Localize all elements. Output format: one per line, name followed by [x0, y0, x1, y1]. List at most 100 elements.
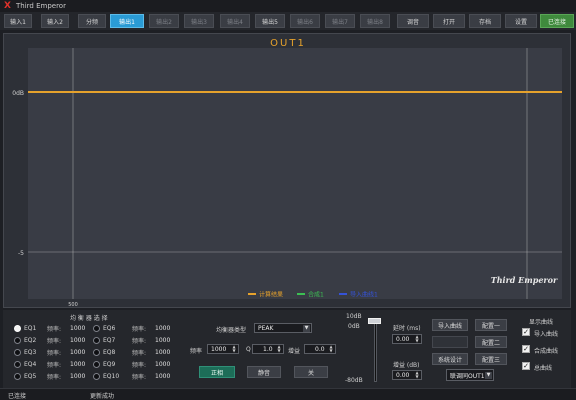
total-curve-checkbox[interactable]: ✓ [522, 362, 530, 370]
eq-freq-value: 1000 [155, 372, 171, 380]
eq-label: EQ2 [24, 336, 37, 344]
spin-arrows-icon[interactable]: ▲ ▼ [276, 345, 282, 353]
composite-curve-checkbox[interactable]: ✓ [522, 345, 530, 353]
eq-freq-value: 1000 [70, 348, 86, 356]
freq-spinbox[interactable]: 1000 ▲ ▼ [207, 344, 239, 354]
chart-title: OUT1 [270, 38, 306, 49]
display-curves-title: 显示曲线 [529, 319, 554, 326]
tab-tuning[interactable]: 调音 [397, 14, 429, 28]
eq-radio[interactable] [14, 372, 21, 380]
off-button[interactable]: 关 [294, 366, 328, 378]
blank-button[interactable] [432, 336, 468, 348]
eq-radio[interactable] [14, 348, 21, 356]
eq-label: EQ7 [103, 336, 116, 344]
spin-arrows-icon[interactable]: ▲ ▼ [414, 371, 420, 379]
filter-type-value: PEAK [258, 324, 274, 332]
output-gain-value: 0.00 [396, 371, 410, 379]
tab-crossover[interactable]: 分频 [78, 14, 106, 28]
open-button[interactable]: 打开 [433, 14, 465, 28]
eq-label: EQ6 [103, 324, 116, 332]
output-gain-spinbox[interactable]: 0.00 ▲ ▼ [392, 370, 422, 380]
freq-label: 频率 [190, 348, 203, 355]
eq-item[interactable]: EQ3 频率: 1000 [14, 347, 85, 357]
eq-radio[interactable] [14, 360, 21, 368]
config2-button[interactable]: 配置二 [475, 336, 507, 348]
title-bar: X Third Emperor [0, 0, 576, 12]
eq-radio[interactable] [14, 324, 21, 332]
eq-item[interactable]: EQ8 频率: 1000 [93, 347, 170, 357]
q-spinbox[interactable]: 1.0 ▲ ▼ [252, 344, 284, 354]
eq-item[interactable]: EQ2 频率: 1000 [14, 335, 85, 345]
mute-button[interactable]: 静音 [247, 366, 281, 378]
eq-label: EQ3 [24, 348, 37, 356]
freq-value: 1000 [211, 345, 227, 353]
tab-output8[interactable]: 输出8 [360, 14, 390, 28]
spin-arrows-icon[interactable]: ▲ ▼ [414, 335, 420, 343]
tab-output1[interactable]: 输出1 [110, 14, 144, 28]
delay-spinbox[interactable]: 0.00 ▲ ▼ [392, 334, 422, 344]
eq-freq-label: 频率: [47, 337, 62, 345]
level-slider-handle[interactable] [368, 318, 381, 324]
eq-radio[interactable] [93, 372, 100, 380]
eq-freq-label: 频率: [132, 349, 147, 357]
tab-output5[interactable]: 输出5 [255, 14, 285, 28]
tab-output2[interactable]: 输出2 [149, 14, 179, 28]
eq-freq-label: 频率: [47, 349, 62, 357]
spin-arrows-icon[interactable]: ▲ ▼ [328, 345, 334, 353]
eq-freq-label: 频率: [47, 373, 62, 381]
eq-item[interactable]: EQ4 频率: 1000 [14, 359, 85, 369]
eq-radio[interactable] [93, 336, 100, 344]
tab-output3[interactable]: 输出3 [184, 14, 214, 28]
filter-type-label: 均衡器类型 [216, 327, 247, 334]
chevron-down-icon: ▼ [485, 372, 492, 379]
tab-output4[interactable]: 输出4 [220, 14, 250, 28]
eq-item[interactable]: EQ10 频率: 1000 [93, 371, 170, 381]
delay-value: 0.00 [396, 335, 410, 343]
config1-button[interactable]: 配置一 [475, 319, 507, 331]
eq-freq-label: 频率: [47, 325, 62, 333]
save-button[interactable]: 存档 [469, 14, 501, 28]
status-bar: 已连接 更新成功 [0, 388, 576, 400]
composite-curve-checkbox-label: 合成曲线 [534, 348, 559, 355]
eq-gain-spinbox[interactable]: 0.0 ▲ ▼ [304, 344, 336, 354]
eq-freq-value: 1000 [70, 360, 86, 368]
import-curve-button[interactable]: 导入曲线 [432, 319, 468, 331]
response-chart-svg: OUT1 0dB -5 500 计算结果 合成1 导入曲线1 Third Emperor [12, 38, 562, 308]
plot-area [28, 48, 562, 299]
chevron-down-icon: ▼ [303, 325, 310, 332]
eq-item[interactable]: EQ6 频率: 1000 [93, 323, 170, 333]
q-value: 1.0 [263, 345, 273, 353]
legend-label: 合成1 [308, 291, 324, 299]
import-curve-checkbox-label: 导入曲线 [534, 331, 559, 338]
eq-label: EQ1 [24, 324, 37, 332]
level-slider-track[interactable] [374, 318, 377, 382]
spin-arrows-icon[interactable]: ▲ ▼ [231, 345, 237, 353]
config3-button[interactable]: 配置三 [475, 353, 507, 365]
eq-item[interactable]: EQ5 频率: 1000 [14, 371, 85, 381]
legend-label: 导入曲线1 [350, 291, 378, 299]
eq-radio[interactable] [14, 336, 21, 344]
chart-watermark: Third Emperor [491, 275, 558, 285]
system-design-button[interactable]: 系统设计 [432, 353, 468, 365]
filter-type-select[interactable]: PEAK ▼ [254, 323, 312, 333]
phase-normal-button[interactable]: 正相 [199, 366, 235, 378]
eq-radio[interactable] [93, 348, 100, 356]
tab-output6[interactable]: 输出6 [290, 14, 320, 28]
eq-radio[interactable] [93, 360, 100, 368]
tab-input1[interactable]: 输入1 [4, 14, 32, 28]
eq-item[interactable]: EQ9 频率: 1000 [93, 359, 170, 369]
tab-input2[interactable]: 输入2 [41, 14, 69, 28]
import-curve-checkbox[interactable]: ✓ [522, 328, 530, 336]
app-title: Third Emperor [16, 2, 66, 10]
eq-radio[interactable] [93, 324, 100, 332]
link-output-select[interactable]: 联调同OUT1 ▼ [446, 369, 494, 381]
connection-status-badge: 已连接 [540, 14, 574, 28]
eq-group-title: 均 衡 器 选 择 [70, 315, 108, 322]
eq-freq-label: 频率: [47, 361, 62, 369]
eq-freq-value: 1000 [155, 336, 171, 344]
settings-button[interactable]: 设置 [505, 14, 537, 28]
eq-item[interactable]: EQ1 频率: 1000 [14, 323, 85, 333]
tab-output7[interactable]: 输出7 [325, 14, 355, 28]
eq-item[interactable]: EQ7 频率: 1000 [93, 335, 170, 345]
eq-freq-value: 1000 [70, 336, 86, 344]
